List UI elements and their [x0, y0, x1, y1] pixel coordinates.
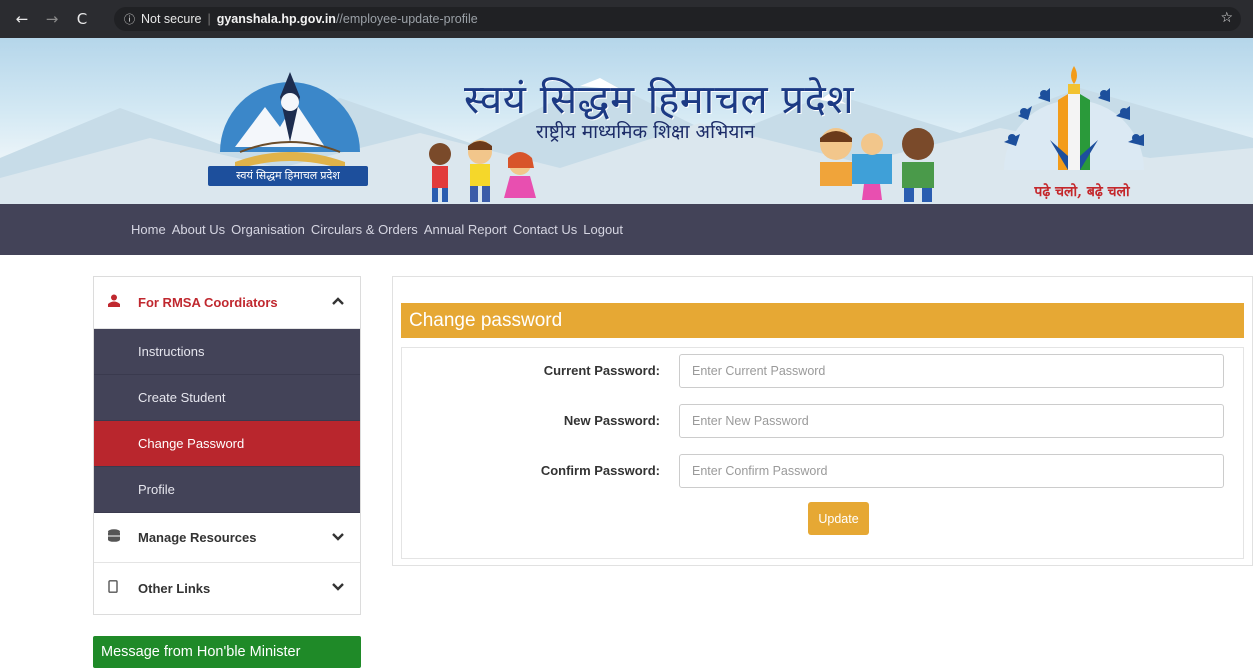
confirm-password-label: Confirm Password:	[540, 463, 660, 478]
update-button[interactable]: Update	[808, 502, 869, 535]
logo-right-caption: पढ़े चलो, बढ़े चलो	[1034, 184, 1130, 200]
banner-title: स्वयं सिद्धम हिमाचल प्रदेश	[464, 77, 855, 123]
sidebar-section-label: Other Links	[138, 581, 211, 596]
kids-illustration-right	[820, 128, 934, 202]
sidebar-section-label: For RMSA Coordiators	[138, 295, 278, 310]
database-icon	[108, 529, 124, 546]
bookmark-star-icon[interactable]: ☆	[1220, 10, 1233, 26]
logo-left-caption: स्वयं सिद्धम हिमाचल प्रदेश	[208, 166, 368, 186]
arrow-right-icon[interactable]: →	[42, 10, 62, 28]
change-password-panel: Change password Current Password: New Pa…	[392, 276, 1253, 566]
sidebar: For RMSA Coordiators Instructions Create…	[93, 276, 361, 615]
new-password-label: New Password:	[563, 413, 660, 428]
sidebar-section-manage-resources[interactable]: Manage Resources	[94, 513, 360, 563]
url-host: gyanshala.hp.gov.in	[216, 12, 336, 26]
change-password-form: Current Password: New Password: Confirm …	[401, 347, 1244, 559]
new-password-input[interactable]	[679, 404, 1224, 438]
nav-contact-us[interactable]: Contact Us	[513, 222, 577, 237]
reload-icon[interactable]: C	[72, 10, 92, 28]
main-nav: Home About Us Organisation Circulars & O…	[0, 204, 1253, 255]
mobile-icon	[108, 580, 124, 597]
current-password-label: Current Password:	[543, 363, 660, 378]
url-path: //employee-update-profile	[335, 12, 478, 26]
confirm-password-input[interactable]	[679, 454, 1224, 488]
arrow-left-icon[interactable]: ←	[12, 10, 32, 28]
info-icon[interactable]: ⓘ	[124, 11, 135, 27]
nav-logout[interactable]: Logout	[583, 222, 623, 237]
nav-organisation[interactable]: Organisation	[231, 222, 305, 237]
form-row-current-password: Current Password:	[402, 354, 1245, 388]
current-password-input[interactable]	[679, 354, 1224, 388]
sidebar-section-other-links[interactable]: Other Links	[94, 563, 360, 614]
security-label: Not secure	[141, 12, 202, 26]
user-icon	[108, 294, 124, 311]
site-banner: स्वयं सिद्धम हिमाचल प्रदेश स्वयं सिद्धम …	[0, 38, 1253, 204]
nav-annual-report[interactable]: Annual Report	[424, 222, 507, 237]
minister-message-button[interactable]: Message from Hon'ble Minister	[93, 636, 361, 668]
chevron-down-icon[interactable]	[332, 530, 344, 545]
banner-subtitle: राष्ट्रीय माध्यमिक शिक्षा अभियान	[536, 121, 755, 143]
nav-circulars-orders[interactable]: Circulars & Orders	[311, 222, 418, 237]
chevron-up-icon[interactable]	[332, 294, 344, 309]
sidebar-item-instructions[interactable]: Instructions	[94, 329, 360, 375]
panel-title: Change password	[401, 303, 1244, 338]
form-row-new-password: New Password:	[402, 404, 1245, 438]
sidebar-section-label: Manage Resources	[138, 530, 257, 545]
sidebar-section-coordinators[interactable]: For RMSA Coordiators	[94, 277, 360, 329]
nav-about-us[interactable]: About Us	[172, 222, 225, 237]
kids-illustration-left	[429, 140, 536, 202]
sidebar-item-change-password[interactable]: Change Password	[94, 421, 360, 467]
sidebar-item-create-student[interactable]: Create Student	[94, 375, 360, 421]
sidebar-item-profile[interactable]: Profile	[94, 467, 360, 513]
browser-toolbar: ← → C ⓘ Not secure | gyanshala.hp.gov.in…	[0, 0, 1253, 38]
address-separator: |	[207, 12, 211, 26]
address-bar[interactable]: ⓘ Not secure | gyanshala.hp.gov.in //emp…	[114, 7, 1241, 31]
chevron-down-icon[interactable]	[332, 580, 344, 595]
form-row-confirm-password: Confirm Password:	[402, 454, 1245, 488]
nav-home[interactable]: Home	[131, 222, 166, 237]
